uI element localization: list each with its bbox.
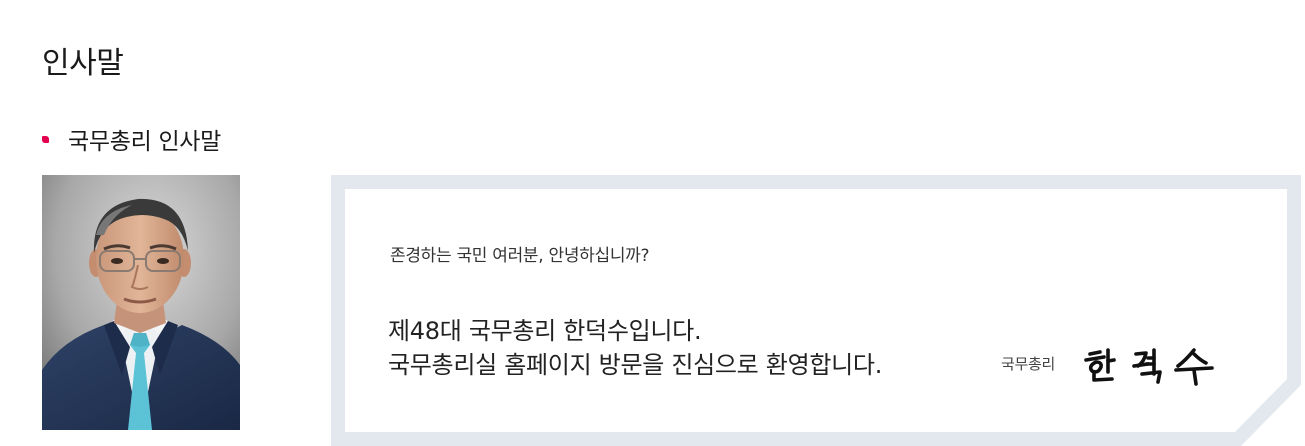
portrait-photo bbox=[42, 175, 240, 430]
section-heading: 국무총리 인사말 bbox=[42, 122, 221, 156]
message-line-2: 국무총리실 홈페이지 방문을 진심으로 환영합니다. bbox=[388, 351, 883, 379]
handwritten-signature bbox=[1082, 344, 1222, 386]
section-title: 국무총리 인사말 bbox=[68, 129, 222, 155]
signature-title: 국무총리 bbox=[1001, 355, 1056, 373]
signature-image bbox=[1084, 348, 1214, 386]
greeting-text: 존경하는 국민 여러분, 안녕하십니까? bbox=[390, 246, 650, 266]
section-bullet-icon bbox=[42, 136, 49, 143]
prime-minister-portrait bbox=[42, 175, 240, 430]
page-title: 인사말 bbox=[42, 46, 124, 81]
greeting-message-box bbox=[331, 175, 1305, 446]
message-frame bbox=[331, 175, 1301, 446]
message-line-1: 제48대 국무총리 한덕수입니다. bbox=[388, 317, 702, 345]
